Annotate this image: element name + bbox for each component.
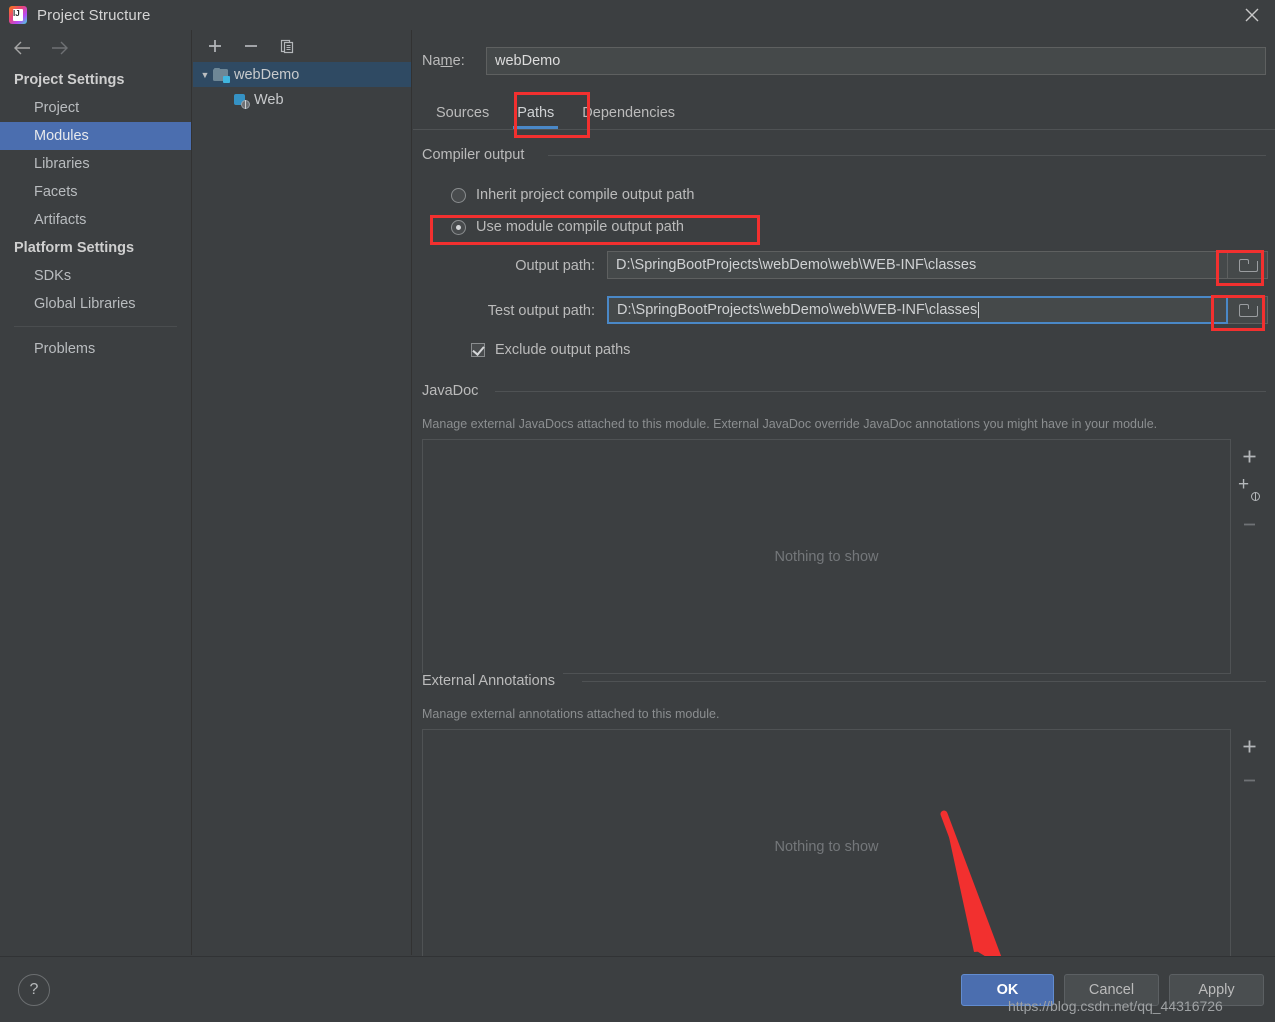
plus-url-globe-icon	[1238, 475, 1260, 501]
javadoc-add-url-button[interactable]	[1235, 473, 1263, 507]
help-button[interactable]: ?	[18, 974, 50, 1006]
modules-tree-toolbar	[193, 30, 411, 62]
test-output-path-value: D:\SpringBootProjects\webDemo\web\WEB-IN…	[617, 302, 978, 318]
checkbox-exclude-output-paths[interactable]: Exclude output paths	[471, 342, 630, 358]
external-annotations-remove-button[interactable]	[1235, 763, 1263, 797]
external-annotations-empty-text: Nothing to show	[774, 838, 879, 855]
sidebar-group-project-settings: Project Settings	[14, 72, 125, 88]
tree-node-web[interactable]: Web	[193, 87, 411, 112]
folder-browse-icon	[1239, 258, 1258, 272]
tab-paths[interactable]: Paths	[503, 105, 568, 129]
intellij-idea-icon	[9, 6, 27, 24]
module-name-input[interactable]: webDemo	[486, 47, 1266, 75]
test-output-path-input[interactable]: D:\SpringBootProjects\webDemo\web\WEB-IN…	[607, 296, 1228, 324]
arrow-left-icon[interactable]	[12, 41, 32, 55]
watermark-text: https://blog.csdn.net/qq_44316726	[1008, 998, 1223, 1014]
sidebar-item-artifacts[interactable]: Artifacts	[0, 206, 191, 234]
modules-tree-panel: ▼ webDemo Web	[193, 30, 412, 955]
sidebar-group-platform-settings: Platform Settings	[14, 240, 135, 256]
sidebar-item-libraries[interactable]: Libraries	[0, 150, 191, 178]
external-annotations-section-rule	[582, 681, 1266, 682]
javadoc-empty-text: Nothing to show	[774, 548, 879, 565]
tree-node-webdemo[interactable]: ▼ webDemo	[193, 62, 411, 87]
compiler-output-section-rule	[548, 155, 1266, 156]
radio-inherit-project-output[interactable]: Inherit project compile output path	[451, 187, 694, 203]
radio-use-module-output[interactable]: Use module compile output path	[451, 219, 684, 235]
external-annotations-section-title: External Annotations	[422, 673, 564, 689]
plus-icon[interactable]	[205, 36, 225, 56]
sidebar-item-problems[interactable]: Problems	[0, 335, 191, 363]
tree-node-label: Web	[254, 91, 284, 108]
checkbox-icon	[471, 343, 485, 357]
module-name-row: Name: webDemo	[422, 47, 1266, 75]
folder-browse-icon	[1239, 303, 1258, 317]
output-path-label: Output path:	[515, 258, 595, 274]
sidebar-nav-row	[0, 30, 191, 66]
test-output-path-browse-button[interactable]	[1228, 296, 1268, 324]
minus-icon[interactable]	[241, 36, 261, 56]
arrow-right-icon[interactable]	[50, 41, 70, 55]
external-annotations-add-button[interactable]	[1235, 729, 1263, 763]
sidebar-item-facets[interactable]: Facets	[0, 178, 191, 206]
javadoc-section-title: JavaDoc	[422, 383, 487, 399]
compiler-output-section-title: Compiler output	[422, 147, 533, 163]
module-name-label: Name:	[422, 53, 465, 69]
radio-label: Inherit project compile output path	[476, 187, 695, 203]
module-tabs: Sources Paths Dependencies	[422, 92, 1266, 129]
javadoc-add-button[interactable]	[1235, 439, 1263, 473]
web-facet-icon	[233, 93, 250, 109]
settings-sidebar: Project Settings Project Modules Librari…	[0, 30, 192, 955]
window-title: Project Structure	[37, 6, 151, 24]
copy-icon[interactable]	[277, 36, 297, 56]
javadoc-section-rule	[495, 391, 1266, 392]
chevron-down-icon[interactable]: ▼	[197, 70, 213, 80]
test-output-path-label: Test output path:	[487, 303, 595, 319]
tabs-divider	[413, 129, 1275, 130]
project-structure-dialog: Project Structure Project Settings Proje…	[0, 0, 1275, 1022]
text-caret	[978, 302, 980, 318]
sidebar-item-sdks[interactable]: SDKs	[0, 262, 191, 290]
external-annotations-hint: Manage external annotations attached to …	[422, 707, 720, 721]
window-titlebar: Project Structure	[0, 0, 1275, 30]
sidebar-item-global-libraries[interactable]: Global Libraries	[0, 290, 191, 318]
sidebar-item-modules[interactable]: Modules	[0, 122, 191, 150]
output-path-value: D:\SpringBootProjects\webDemo\web\WEB-IN…	[616, 257, 977, 273]
tab-dependencies[interactable]: Dependencies	[568, 105, 689, 129]
radio-icon	[451, 187, 466, 203]
tree-node-label: webDemo	[234, 66, 300, 83]
output-path-input[interactable]: D:\SpringBootProjects\webDemo\web\WEB-IN…	[607, 251, 1228, 279]
external-annotations-list[interactable]: Nothing to show	[422, 729, 1231, 964]
external-annotations-actions	[1235, 729, 1263, 797]
radio-icon	[451, 219, 466, 235]
module-editor-panel: Name: webDemo Sources Paths Dependencies…	[413, 30, 1275, 964]
close-icon[interactable]	[1229, 0, 1275, 30]
checkbox-label: Exclude output paths	[495, 342, 631, 358]
module-folder-icon	[213, 67, 230, 83]
output-path-browse-button[interactable]	[1228, 251, 1268, 279]
javadoc-list[interactable]: Nothing to show	[422, 439, 1231, 674]
javadoc-hint: Manage external JavaDocs attached to thi…	[422, 417, 1158, 431]
radio-label: Use module compile output path	[476, 219, 684, 235]
sidebar-divider	[14, 326, 177, 327]
javadoc-actions	[1235, 439, 1263, 541]
tab-sources[interactable]: Sources	[422, 105, 503, 129]
javadoc-remove-button[interactable]	[1235, 507, 1263, 541]
sidebar-item-project[interactable]: Project	[0, 94, 191, 122]
